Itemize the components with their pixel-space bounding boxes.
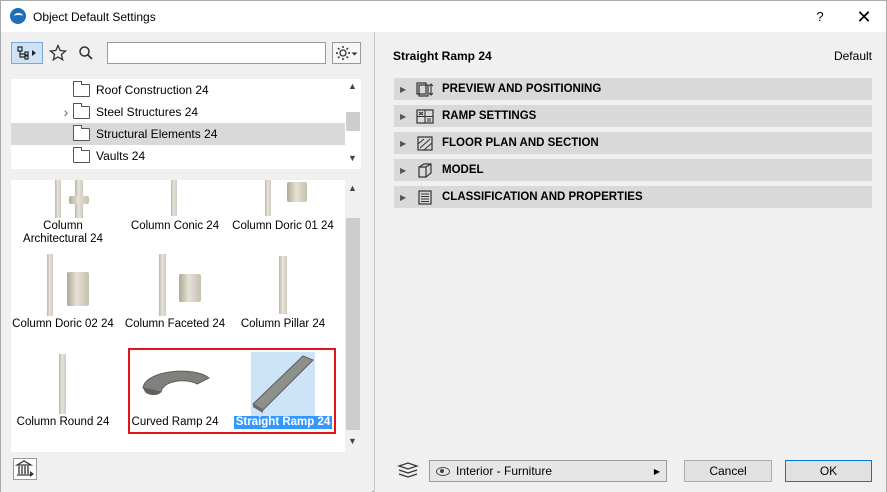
settings-panel: Straight Ramp 24 Default ▶ PREVIEW AND P… <box>374 32 886 492</box>
help-button[interactable]: ? <box>807 5 833 29</box>
folder-label: Steel Structures 24 <box>96 105 199 119</box>
folder-icon <box>73 146 90 163</box>
object-label: Column Pillar 24 <box>240 318 326 330</box>
folder-label: Roof Construction 24 <box>96 83 209 97</box>
layer-dropdown-value: Interior - Furniture <box>456 464 553 478</box>
object-grid-scrollbar[interactable]: ▲ ▼ <box>345 180 361 452</box>
layer-dropdown[interactable]: Interior - Furniture ▶ <box>429 460 667 482</box>
column-thumbnail <box>253 180 313 220</box>
library-building-icon <box>14 460 34 477</box>
search-icon[interactable] <box>75 42 97 64</box>
dialog-window: Object Default Settings ? ✕ Roof Constru… <box>0 0 887 492</box>
section-classification-and-properties[interactable]: ▶ CLASSIFICATION AND PROPERTIES <box>394 186 872 208</box>
window-title: Object Default Settings <box>33 10 156 24</box>
column-thumbnail <box>145 180 205 220</box>
cancel-button[interactable]: Cancel <box>684 460 772 482</box>
close-button[interactable]: ✕ <box>849 5 879 29</box>
object-item-column-faceted[interactable]: Column Faceted 24 <box>123 252 227 340</box>
section-label: RAMP SETTINGS <box>442 110 537 122</box>
folder-label: Vaults 24 <box>96 149 146 163</box>
section-label: PREVIEW AND POSITIONING <box>442 83 602 95</box>
expand-arrow-icon: ▶ <box>400 192 407 202</box>
section-label: MODEL <box>442 164 484 176</box>
classification-icon <box>416 189 434 205</box>
archicad-app-icon <box>10 8 26 24</box>
library-manager-button[interactable] <box>13 458 37 480</box>
object-label: Column Architectural 24 <box>23 220 103 245</box>
object-item-column-round[interactable]: Column Round 24 <box>11 352 115 436</box>
settings-menu-button[interactable] <box>332 42 361 64</box>
column-thumbnail <box>33 352 93 416</box>
library-view-button[interactable] <box>11 42 43 64</box>
section-preview-and-positioning[interactable]: ▶ PREVIEW AND POSITIONING <box>394 78 872 100</box>
scroll-up-icon[interactable]: ▲ <box>348 183 357 193</box>
section-floor-plan-and-section[interactable]: ▶ FLOOR PLAN AND SECTION <box>394 132 872 154</box>
folder-item-vaults[interactable]: Vaults 24 <box>11 145 345 167</box>
folder-scrollbar[interactable]: ▲ ▼ <box>345 79 361 169</box>
object-item-column-architectural[interactable]: Column Architectural 24 <box>11 180 115 250</box>
expand-arrow-icon: ▶ <box>400 165 407 175</box>
object-label: Column Doric 02 24 <box>12 318 114 330</box>
expand-arrow-icon: ▶ <box>400 111 407 121</box>
dropdown-arrow-icon: ▶ <box>653 466 660 476</box>
section-model[interactable]: ▶ MODEL <box>394 159 872 181</box>
column-thumbnail <box>33 252 93 318</box>
object-label: Column Faceted 24 <box>124 318 226 330</box>
object-item-column-doric-02[interactable]: Column Doric 02 24 <box>11 252 115 340</box>
column-thumbnail <box>33 180 93 220</box>
settings-icon <box>416 108 434 124</box>
expand-arrow-icon: ▶ <box>400 84 407 94</box>
folder-icon <box>73 124 90 141</box>
chevron-right-icon[interactable]: › <box>59 104 73 120</box>
default-label: Default <box>833 49 872 63</box>
layers-icon <box>397 461 419 479</box>
gear-icon <box>335 46 357 60</box>
model-cube-icon <box>416 162 434 178</box>
object-label: Column Round 24 <box>16 416 110 428</box>
section-label: FLOOR PLAN AND SECTION <box>442 137 599 149</box>
dialog-footer: Interior - Furniture ▶ Cancel OK <box>375 453 887 492</box>
folder-icon <box>73 102 90 119</box>
scroll-down-icon[interactable]: ▼ <box>348 153 357 163</box>
search-input[interactable] <box>107 42 326 64</box>
folder-item-structural-elements[interactable]: Structural Elements 24 <box>11 123 345 145</box>
folder-tree: Roof Construction 24 › Steel Structures … <box>11 79 361 169</box>
object-label: Column Conic 24 <box>130 220 220 232</box>
object-item-column-doric-01[interactable]: Column Doric 01 24 <box>231 180 335 250</box>
column-thumbnail <box>145 252 205 318</box>
preview-icon <box>416 81 434 97</box>
scroll-thumb[interactable] <box>346 218 360 430</box>
scroll-up-icon[interactable]: ▲ <box>348 81 357 91</box>
object-item-column-conic[interactable]: Column Conic 24 <box>123 180 227 250</box>
folder-item-roof-construction[interactable]: Roof Construction 24 <box>11 79 345 101</box>
object-item-column-pillar[interactable]: Column Pillar 24 <box>231 252 335 340</box>
folder-item-steel-structures[interactable]: › Steel Structures 24 <box>11 101 345 123</box>
eye-icon <box>436 466 450 476</box>
favorites-star-icon[interactable] <box>47 42 69 64</box>
object-label: Column Doric 01 24 <box>232 220 334 232</box>
column-thumbnail <box>253 252 313 318</box>
section-label: CLASSIFICATION AND PROPERTIES <box>442 191 643 203</box>
scroll-down-icon[interactable]: ▼ <box>348 436 357 446</box>
ok-button[interactable]: OK <box>785 460 872 482</box>
object-title: Straight Ramp 24 <box>393 49 492 63</box>
folder-icon <box>73 80 90 97</box>
library-browser-panel: Roof Construction 24 › Steel Structures … <box>1 32 372 492</box>
section-ramp-settings[interactable]: ▶ RAMP SETTINGS <box>394 105 872 127</box>
object-grid: Column Architectural 24 Column Conic 24 … <box>11 180 361 452</box>
scroll-thumb[interactable] <box>346 112 360 131</box>
floor-plan-icon <box>416 135 434 151</box>
title-bar: Object Default Settings ? ✕ <box>1 1 886 32</box>
folder-label: Structural Elements 24 <box>96 127 218 141</box>
expand-arrow-icon: ▶ <box>400 138 407 148</box>
ramp-highlight-box <box>128 348 336 434</box>
library-tree-icon <box>17 46 36 60</box>
